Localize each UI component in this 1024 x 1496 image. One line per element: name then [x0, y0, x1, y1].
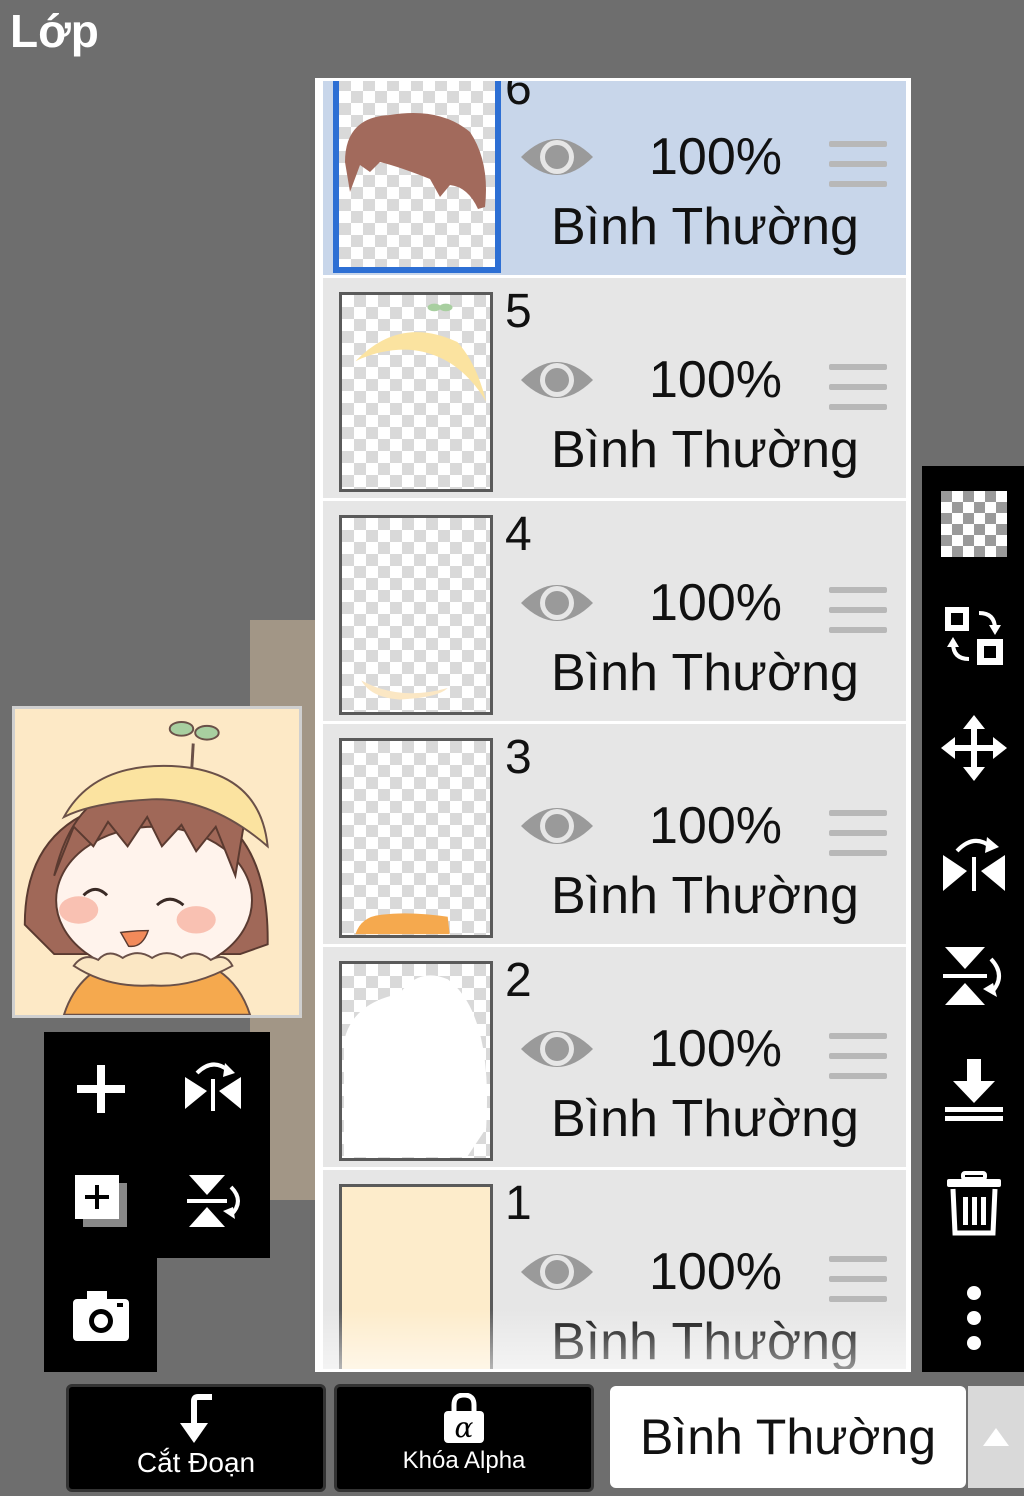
right-toolbar: [922, 466, 1024, 1372]
merge-down-button[interactable]: [938, 1054, 1010, 1126]
layer-number: 4: [505, 508, 532, 561]
panel-title: Lớp: [10, 5, 99, 57]
move-icon: [941, 715, 1007, 781]
flip-vertical-icon: [187, 1175, 240, 1227]
character-illustration: [15, 709, 299, 1015]
duplicate-layer-button[interactable]: [56, 1156, 146, 1246]
trash-icon: [947, 1171, 1001, 1236]
flip-vertical-button[interactable]: [168, 1156, 258, 1246]
layer-row[interactable]: 2 100% Bình Thường: [323, 947, 906, 1170]
layer-row[interactable]: 1 100% Bình Thường: [323, 1170, 906, 1369]
clipping-label: Cắt Đoạn: [136, 1447, 256, 1478]
transparency-button[interactable]: [938, 488, 1010, 560]
hair-thumbnail: [345, 113, 486, 209]
swap-layer-button[interactable]: [938, 600, 1010, 672]
triangle-up-icon: [983, 1428, 1009, 1446]
add-layer-icon: [77, 1065, 125, 1113]
layer-number: 6: [505, 78, 532, 115]
visibility-toggle[interactable]: [519, 1021, 595, 1077]
more-vert-icon: [967, 1286, 981, 1350]
canvas-preview[interactable]: [12, 706, 302, 1018]
layer-number: 3: [505, 731, 532, 784]
move-button[interactable]: [938, 712, 1010, 784]
layer-thumbnail[interactable]: [333, 81, 501, 273]
visibility-toggle[interactable]: [519, 798, 595, 854]
layer-opacity[interactable]: 100%: [649, 1242, 782, 1302]
more-options-button[interactable]: [938, 1282, 1010, 1354]
visibility-toggle[interactable]: [519, 129, 595, 185]
drag-handle-icon[interactable]: [829, 141, 887, 189]
svg-text:α: α: [455, 1411, 474, 1444]
flip-vertical-icon: [943, 947, 1001, 1005]
visibility-toggle[interactable]: [519, 1244, 595, 1300]
layer-blend-mode[interactable]: Bình Thường: [551, 643, 859, 703]
visibility-toggle[interactable]: [519, 575, 595, 631]
layer-blend-mode[interactable]: Bình Thường: [551, 866, 859, 926]
eye-icon: [521, 362, 593, 398]
layer-opacity[interactable]: 100%: [649, 350, 782, 410]
layer-blend-mode[interactable]: Bình Thường: [551, 1089, 859, 1149]
camera-icon: [73, 1291, 129, 1341]
eye-icon: [521, 585, 593, 621]
collar-thumbnail: [361, 680, 448, 700]
blend-mode-select[interactable]: Bình Thường: [610, 1386, 966, 1488]
clipping-arrow-icon: [180, 1394, 212, 1443]
layer-thumbnail[interactable]: [339, 1184, 493, 1369]
flip-horizontal-icon: [943, 837, 1005, 891]
alpha-lock-button[interactable]: α Khóa Alpha: [334, 1384, 594, 1492]
hat-thumbnail: [355, 303, 487, 402]
duplicate-layer-icon: [75, 1175, 127, 1227]
drag-handle-icon[interactable]: [829, 1256, 887, 1304]
merge-down-icon: [945, 1059, 1003, 1121]
layer-thumbnail[interactable]: [339, 515, 493, 715]
drag-handle-icon[interactable]: [829, 810, 887, 858]
layer-opacity[interactable]: 100%: [649, 796, 782, 856]
layer-number: 2: [505, 954, 532, 1007]
layer-number: 5: [505, 285, 532, 338]
layer-opacity[interactable]: 100%: [649, 573, 782, 633]
layer-row[interactable]: 5 100% Bình Thường: [323, 278, 906, 501]
drag-handle-icon[interactable]: [829, 587, 887, 635]
drag-handle-icon[interactable]: [829, 364, 887, 412]
shirt-thumbnail: [355, 913, 450, 935]
layer-blend-mode[interactable]: Bình Thường: [551, 420, 859, 480]
eye-icon: [521, 808, 593, 844]
visibility-toggle[interactable]: [519, 352, 595, 408]
clipping-button[interactable]: Cắt Đoạn: [66, 1384, 326, 1492]
camera-button[interactable]: [56, 1270, 146, 1360]
flip-vertical-button[interactable]: [938, 940, 1010, 1012]
eye-icon: [521, 1254, 593, 1290]
flip-horizontal-button[interactable]: [938, 826, 1010, 898]
alpha-lock-icon: α: [444, 1393, 484, 1444]
layer-thumbnail[interactable]: [339, 738, 493, 938]
eye-icon: [521, 1031, 593, 1067]
layer-tools-panel-bottom: [44, 1258, 157, 1372]
layer-row[interactable]: 4 100% Bình Thường: [323, 501, 906, 724]
add-layer-button[interactable]: [56, 1044, 146, 1134]
layer-tools-panel: [44, 1032, 270, 1258]
layer-blend-mode[interactable]: Bình Thường: [551, 197, 859, 257]
flip-horizontal-icon: [185, 1062, 241, 1111]
layer-number: 1: [505, 1177, 532, 1230]
layer-thumbnail[interactable]: [339, 292, 493, 492]
silhouette-thumbnail: [343, 975, 488, 1158]
layer-row[interactable]: 3 100% Bình Thường: [323, 724, 906, 947]
layer-row[interactable]: 6 100% Bình Thường: [323, 78, 906, 278]
alpha-lock-label: Khóa Alpha: [402, 1447, 526, 1474]
layer-opacity[interactable]: 100%: [649, 1019, 782, 1079]
drag-handle-icon[interactable]: [829, 1033, 887, 1081]
flip-horizontal-button[interactable]: [168, 1044, 258, 1134]
delete-layer-button[interactable]: [938, 1168, 1010, 1240]
layer-thumbnail[interactable]: [339, 961, 493, 1161]
eye-icon: [521, 139, 593, 175]
layer-opacity[interactable]: 100%: [649, 127, 782, 187]
blend-mode-dropdown-button[interactable]: [968, 1386, 1024, 1488]
layer-blend-mode[interactable]: Bình Thường: [551, 1312, 859, 1369]
transparency-checker-icon: [941, 491, 1007, 557]
swap-layer-icon: [945, 607, 1003, 665]
layers-list[interactable]: 6 100% Bình Thường 5 100% Bình Thường 4 …: [315, 78, 911, 1372]
bottom-bar: Cắt Đoạn α Khóa Alpha Bình Thường: [0, 1372, 1024, 1496]
